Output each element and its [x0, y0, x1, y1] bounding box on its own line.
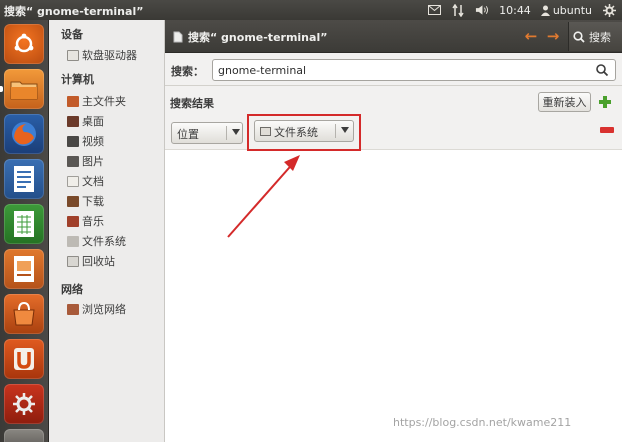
annotation-highlight-box	[247, 114, 361, 151]
clock[interactable]: 10:44	[499, 4, 531, 17]
search-row: 搜索：	[165, 53, 622, 86]
calc-icon[interactable]	[4, 204, 44, 244]
documents-icon	[67, 175, 79, 187]
sidebar-heading-network: 网络	[61, 283, 83, 296]
video-icon	[67, 135, 79, 147]
search-input[interactable]	[212, 59, 616, 81]
results-label: 搜索结果	[170, 97, 214, 110]
user-icon	[540, 5, 550, 16]
search-toggle-button[interactable]: 搜索	[568, 22, 622, 51]
results-area: 搜索结果 重新装入 位置 文件系统	[165, 86, 622, 442]
search-toggle-label: 搜索	[589, 30, 611, 44]
gear-icon[interactable]	[602, 3, 616, 17]
sidebar-item-label: 文件系统	[82, 235, 126, 248]
running-indicator	[0, 86, 3, 92]
document-icon	[173, 31, 183, 43]
sidebar-item-label: 桌面	[82, 115, 104, 128]
home-folder-icon	[67, 95, 79, 107]
sidebar-item-videos[interactable]: 视频	[67, 133, 104, 149]
dash-home-icon[interactable]	[4, 24, 44, 64]
music-icon	[67, 215, 79, 227]
sidebar-item-label: 视频	[82, 135, 104, 148]
network-arrows-icon[interactable]	[451, 3, 465, 17]
files-icon[interactable]	[4, 69, 44, 109]
chevron-down-icon	[232, 129, 240, 135]
location-combo[interactable]: 位置	[171, 122, 243, 144]
sidebar-item-floppy[interactable]: 软盘驱动器	[67, 47, 137, 63]
sidebar-item-desktop[interactable]: 桌面	[67, 113, 104, 129]
sidebar-item-filesystem[interactable]: 文件系统	[67, 233, 126, 249]
sidebar-item-label: 文档	[82, 175, 104, 188]
sidebar-item-label: 软盘驱动器	[82, 49, 137, 62]
sidebar-item-home[interactable]: 主文件夹	[67, 93, 126, 109]
reload-button[interactable]: 重新装入	[538, 92, 591, 112]
firefox-icon[interactable]	[4, 114, 44, 154]
workspace-switcher-icon[interactable]	[4, 429, 44, 442]
user-menu[interactable]: ubuntu	[540, 3, 592, 17]
sidebar-item-music[interactable]: 音乐	[67, 213, 104, 229]
user-name: ubuntu	[552, 3, 592, 17]
sidebar-item-documents[interactable]: 文档	[67, 173, 104, 189]
forward-arrow-icon[interactable]: →	[545, 27, 561, 45]
writer-icon[interactable]	[4, 159, 44, 199]
system-settings-icon[interactable]	[4, 384, 44, 424]
sidebar-heading-computer: 计算机	[61, 73, 94, 86]
sidebar-item-label: 回收站	[82, 255, 115, 268]
combo-value: 位置	[177, 128, 199, 141]
mail-icon[interactable]	[427, 3, 441, 17]
downloads-icon	[67, 195, 79, 207]
impress-icon[interactable]	[4, 249, 44, 289]
filesystem-icon	[67, 235, 79, 247]
add-criterion-icon[interactable]	[597, 94, 613, 110]
sidebar-item-label: 浏览网络	[82, 303, 126, 316]
system-tray: 10:44 ubuntu	[427, 2, 616, 18]
top-panel: 搜索“ gnome-terminal” 10:44 ubuntu	[0, 0, 622, 20]
ubuntu-one-icon[interactable]	[4, 339, 44, 379]
sidebar-item-label: 下载	[82, 195, 104, 208]
sidebar-item-label: 图片	[82, 155, 104, 168]
sidebar-item-browse-network[interactable]: 浏览网络	[67, 301, 126, 317]
sidebar-item-trash[interactable]: 回收站	[67, 253, 115, 269]
launcher	[0, 20, 49, 442]
watermark: https://blog.csdn.net/kwame211	[393, 416, 572, 429]
software-center-icon[interactable]	[4, 294, 44, 334]
sidebar-item-pictures[interactable]: 图片	[67, 153, 104, 169]
back-arrow-icon[interactable]: ←	[523, 27, 539, 45]
sidebar-item-label: 主文件夹	[82, 95, 126, 108]
floppy-icon	[67, 49, 79, 61]
volume-icon[interactable]	[475, 3, 489, 17]
sidebar-heading-devices: 设备	[61, 28, 83, 41]
trash-icon	[67, 255, 79, 267]
sidebar-item-downloads[interactable]: 下载	[67, 193, 104, 209]
search-criteria-panel: 搜索结果 重新装入 位置 文件系统	[165, 86, 622, 151]
search-icon	[573, 30, 585, 43]
search-icon[interactable]	[595, 63, 609, 77]
places-sidebar: 设备 软盘驱动器 计算机 主文件夹 桌面 视频 图片 文档 下载 音乐 文件系统…	[49, 20, 165, 442]
location-title: 搜索“ gnome-terminal”	[173, 29, 327, 45]
sidebar-item-label: 音乐	[82, 215, 104, 228]
desktop-icon	[67, 115, 79, 127]
network-icon	[67, 303, 79, 315]
remove-criterion-icon[interactable]	[600, 127, 614, 133]
header-title: 搜索“ gnome-terminal”	[188, 31, 328, 44]
window-title: 搜索“ gnome-terminal”	[4, 5, 144, 18]
search-label: 搜索：	[171, 65, 204, 78]
pictures-icon	[67, 155, 79, 167]
header-bar: 搜索“ gnome-terminal” ← → 搜索	[165, 20, 622, 53]
